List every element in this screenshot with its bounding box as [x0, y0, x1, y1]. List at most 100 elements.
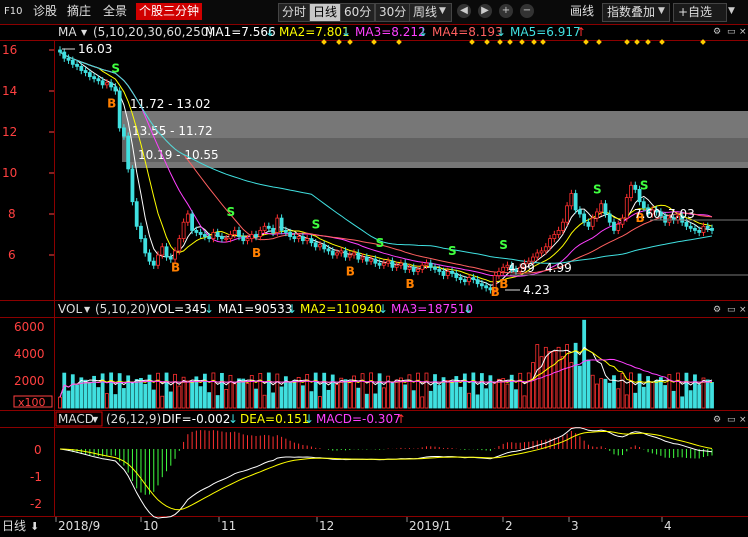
candle-body: [224, 238, 229, 241]
candle-body: [100, 80, 105, 86]
candle-body: [386, 260, 391, 264]
vol-indicator-name[interactable]: VOL: [58, 302, 82, 316]
candle-body: [595, 211, 599, 219]
main-indicator-dropdown-icon[interactable]: ▼: [81, 28, 88, 37]
macd-indicator-dropdown-icon[interactable]: ▼: [92, 415, 99, 424]
vol-ma1-legend: MA1=90533: [218, 302, 292, 316]
candle-body: [399, 262, 403, 266]
price-label: 4.99: [545, 261, 572, 275]
candle-body: [271, 227, 275, 233]
vol-arrow: ↓: [204, 302, 214, 316]
volume-bar: [705, 379, 710, 409]
volume-bar: [220, 372, 224, 409]
vol-indicator-dropdown-icon[interactable]: ▼: [84, 305, 91, 314]
candle-body: [484, 285, 489, 289]
stock-chart[interactable]: MA ▼ (5,10,20,30,60,250) MA1=7.566 ↓ MA2…: [0, 0, 748, 537]
sell-signal: S: [376, 236, 385, 250]
ma5-arrow: ↑: [576, 25, 586, 39]
candle-body: [705, 225, 710, 229]
volume-bars: [58, 319, 714, 409]
bottom-mode-label[interactable]: 日线: [2, 519, 26, 533]
y-tick-label: 6: [8, 248, 16, 262]
panel-close-icon[interactable]: ×: [739, 415, 747, 425]
volume-bar: [258, 373, 263, 409]
volume-bar: [548, 351, 552, 409]
volume-bar: [279, 386, 284, 409]
month-label: 4: [664, 519, 672, 533]
candle-body: [343, 250, 348, 258]
panel-restore-icon[interactable]: ▭: [727, 305, 736, 315]
y-tick-label: 10: [2, 166, 17, 180]
candle-body: [194, 229, 199, 233]
candle-body: [335, 252, 339, 256]
volume-bar: [416, 372, 420, 409]
volume-bar: [522, 395, 527, 409]
volume-bar: [693, 374, 697, 409]
sell-signal: S: [640, 178, 649, 192]
panel-restore-icon[interactable]: ▭: [727, 415, 736, 425]
volume-bar: [275, 373, 280, 409]
candle-body: [607, 213, 612, 223]
candle-body: [156, 254, 160, 266]
volume-bar: [577, 365, 582, 409]
candle-body: [266, 225, 271, 229]
volume-bar: [288, 381, 293, 409]
candle-body: [207, 236, 212, 240]
main-indicator-name[interactable]: MA: [58, 25, 77, 39]
candle-body: [173, 250, 177, 260]
ma1-arrow: ↓: [265, 25, 275, 39]
volume-bar: [305, 374, 310, 409]
volume-bar: [271, 392, 275, 409]
volume-bar: [697, 384, 702, 409]
candle-body: [130, 168, 135, 203]
dea-arrow: ↓: [304, 412, 314, 426]
volume-bar: [688, 390, 693, 409]
sell-signal: S: [111, 62, 120, 76]
candle-body: [663, 215, 668, 223]
candle-body: [330, 250, 335, 256]
panel-settings-icon[interactable]: ⚙: [713, 415, 721, 425]
volume-bar: [514, 389, 518, 409]
ma2-legend: MA2=7.801: [279, 25, 350, 39]
volume-bar: [185, 380, 190, 409]
candle-body: [501, 266, 506, 272]
candle-body: [139, 225, 143, 240]
volume-bar: [117, 373, 122, 409]
candle-body: [693, 227, 697, 231]
candle-body: [479, 283, 484, 287]
volume-bar: [479, 373, 484, 409]
candle-body: [352, 252, 356, 256]
month-label: 11: [221, 519, 236, 533]
volume-bar: [318, 396, 322, 409]
panel-close-icon[interactable]: ×: [739, 27, 747, 37]
volume-bar: [620, 373, 625, 409]
volume-bar: [215, 395, 220, 409]
volume-bar: [369, 372, 373, 409]
volume-bar: [87, 381, 92, 409]
volume-bar: [343, 379, 348, 409]
candle-body: [612, 221, 616, 231]
ma1-line: [59, 51, 713, 286]
panel-restore-icon[interactable]: ▭: [727, 27, 736, 37]
candle-body: [279, 217, 284, 231]
volume-bar: [560, 356, 565, 409]
candle-body: [198, 232, 203, 235]
candle-body: [275, 217, 280, 233]
volume-bar: [211, 372, 216, 409]
panel-close-icon[interactable]: ×: [739, 305, 747, 315]
buy-signal: B: [499, 277, 508, 291]
month-axis: 2018/9 10 11 12 2019/1 2 3 4: [55, 517, 672, 533]
panel-settings-icon[interactable]: ⚙: [713, 305, 721, 315]
volume-bar: [650, 381, 655, 409]
volume-bar: [484, 388, 489, 409]
volume-bar: [151, 389, 156, 409]
candle-body: [467, 277, 471, 283]
candle-body: [420, 264, 425, 270]
panel-settings-icon[interactable]: ⚙: [713, 27, 721, 37]
macd-indicator-name[interactable]: MACD: [58, 412, 94, 426]
volume-bar: [237, 378, 241, 409]
candle-body: [96, 78, 101, 82]
volume-bar: [156, 372, 160, 409]
volume-bar: [633, 392, 638, 409]
down-arrow-icon[interactable]: ⬇: [30, 520, 39, 533]
